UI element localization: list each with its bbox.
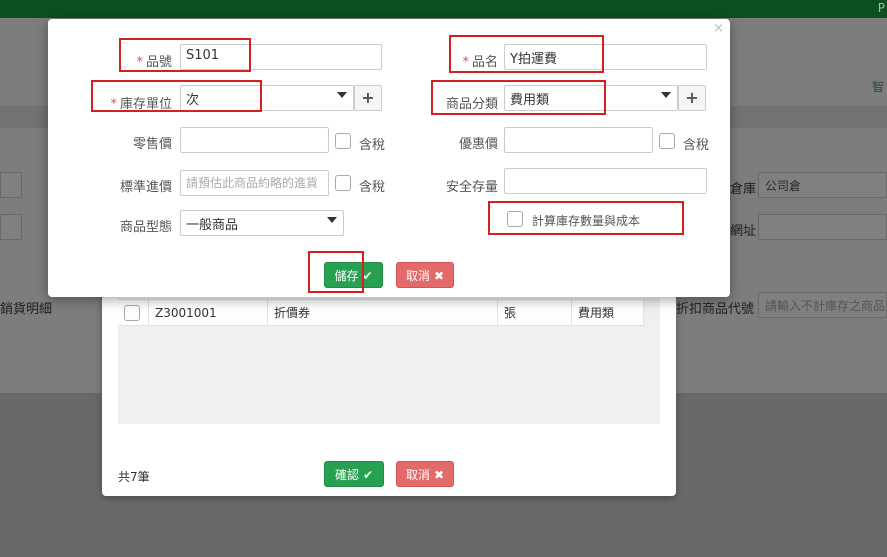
background-smart-label: 智 — [872, 80, 885, 94]
standard-cost-input[interactable]: 請預估此商品約略的進貨 — [180, 170, 329, 196]
add-unit-button[interactable]: + — [354, 85, 382, 111]
highlight-box — [91, 80, 262, 112]
discount-tax-checkbox[interactable] — [659, 133, 675, 149]
discount-price-input[interactable] — [504, 127, 653, 153]
safety-stock-label: 安全存量 — [445, 180, 498, 195]
add-category-button[interactable]: + — [678, 85, 706, 111]
picker-cancel-label: 取消 — [405, 468, 430, 482]
sales-detail-label: 銷貨明細 — [0, 302, 53, 317]
warehouse-label: 倉庫 — [730, 182, 757, 197]
row-unit: 張 — [497, 300, 571, 326]
check-icon: ✔ — [362, 468, 374, 482]
product-edit-modal: × * 品號 S101 * 品名 Y拍運費 * 庫存單位 次 + 商品分類 費用類 +… — [48, 19, 730, 297]
cancel-label: 取消 — [405, 269, 430, 283]
product-type-label: 商品型態 — [119, 220, 172, 235]
highlight-box — [488, 201, 684, 235]
chevron-down-icon — [337, 92, 347, 98]
row-code: Z3001001 — [148, 300, 267, 326]
retail-price-input[interactable] — [180, 127, 329, 153]
top-bar-text: P — [877, 1, 885, 15]
product-table: Z3001001 折價券 張 費用類 — [118, 298, 660, 424]
highlight-box — [308, 251, 364, 293]
cost-tax-label: 含稅 — [359, 180, 386, 195]
safety-stock-input[interactable] — [504, 168, 707, 194]
picker-cancel-button[interactable]: 取消 ✖ — [396, 461, 454, 487]
discount-price-label: 優惠價 — [458, 137, 498, 152]
chevron-down-icon — [661, 92, 671, 98]
table-row[interactable]: Z3001001 折價券 張 費用類 — [118, 300, 644, 326]
confirm-button[interactable]: 確認 ✔ — [324, 461, 384, 487]
retail-tax-label: 含稅 — [359, 138, 386, 153]
product-type-value: 一般商品 — [186, 218, 239, 233]
row-name: 折價券 — [267, 300, 497, 326]
total-count: 共7筆 — [118, 470, 150, 484]
close-icon: ✖ — [433, 269, 445, 283]
discount-code-label: 折扣商品代號 — [676, 302, 755, 317]
cost-tax-checkbox[interactable] — [335, 175, 351, 191]
address-input — [758, 214, 887, 240]
retail-tax-checkbox[interactable] — [335, 133, 351, 149]
close-icon: ✖ — [433, 468, 445, 482]
chevron-down-icon — [327, 217, 337, 223]
discount-code-input: 請輸入不計庫存之商品 — [758, 292, 887, 318]
close-icon[interactable]: × — [713, 21, 724, 36]
product-picker-modal: Z3001001 折價券 張 費用類 共7筆 確認 ✔ 取消 ✖ — [102, 270, 676, 496]
background-left-input — [0, 172, 22, 198]
background-left-input — [0, 214, 22, 240]
highlight-box — [119, 38, 251, 72]
retail-price-label: 零售價 — [132, 137, 172, 152]
row-checkbox[interactable] — [124, 305, 140, 321]
row-category: 費用類 — [571, 300, 644, 326]
cancel-button[interactable]: 取消 ✖ — [396, 262, 454, 288]
highlight-box — [449, 35, 604, 73]
address-label: 網址 — [730, 224, 757, 239]
warehouse-select: 公司倉 — [758, 172, 887, 198]
product-type-select[interactable]: 一般商品 — [180, 210, 344, 236]
top-bar: P — [0, 0, 887, 18]
highlight-box — [431, 80, 606, 115]
discount-tax-label: 含稅 — [683, 138, 710, 153]
standard-cost-label: 標準進價 — [119, 180, 172, 195]
confirm-label: 確認 — [334, 468, 359, 482]
